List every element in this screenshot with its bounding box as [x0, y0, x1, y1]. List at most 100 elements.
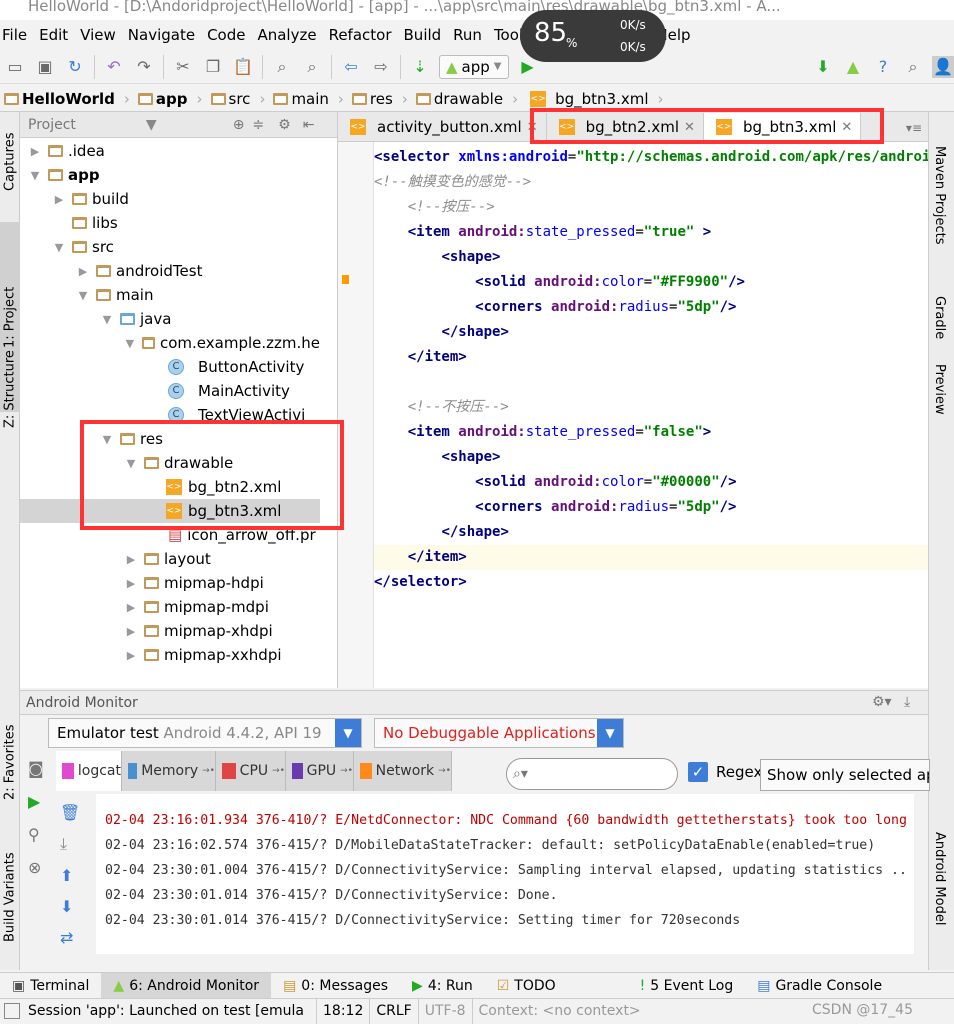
menu-code[interactable]: Code: [205, 22, 245, 48]
app-select[interactable]: No Debuggable Applications ▼: [374, 718, 624, 748]
clear-logcat-icon[interactable]: 🗑: [60, 803, 80, 822]
panel-toggle-icon[interactable]: [4, 1003, 20, 1019]
run-config-select[interactable]: ▲ app ▼: [439, 54, 509, 79]
scroll-to-end-icon[interactable]: ⤓: [60, 834, 80, 854]
terminate-icon[interactable]: ⊗: [28, 858, 44, 877]
editor-tab[interactable]: <> bg_btn2.xml ✕: [547, 113, 704, 141]
back-icon[interactable]: ⇦: [340, 56, 362, 78]
tree-item[interactable]: ▶ layout: [20, 547, 320, 571]
menu-navigate[interactable]: Navigate: [126, 22, 195, 48]
detach-icon[interactable]: →•: [202, 766, 215, 776]
close-icon[interactable]: ✕: [841, 120, 852, 135]
tree-item[interactable]: ▶ mipmap-xhdpi: [20, 619, 320, 643]
hide-panel-icon[interactable]: ⇤: [303, 117, 315, 133]
hide-panel-icon[interactable]: ⤓: [904, 694, 910, 710]
log-search-input[interactable]: ⌕▾: [506, 758, 678, 790]
system-info-icon[interactable]: ⚲: [28, 825, 44, 844]
line-separator[interactable]: CRLF: [369, 998, 417, 1024]
monitor-tab-memory[interactable]: Memory →•: [122, 751, 216, 791]
chevron-down-icon[interactable]: ▼: [335, 719, 361, 747]
tool-tab-android-model[interactable]: Android Model: [932, 832, 947, 925]
tree-item[interactable]: ▼ src: [20, 235, 320, 259]
tree-item[interactable]: libs: [20, 211, 320, 235]
expand-down-icon[interactable]: ▼: [28, 169, 42, 182]
caret-position[interactable]: 18:12: [316, 998, 369, 1024]
menu-refactor[interactable]: Refactor: [327, 22, 392, 48]
sync-icon[interactable]: ↻: [64, 56, 86, 78]
expand-right-icon[interactable]: ▶: [124, 577, 138, 590]
tree-item[interactable]: ▼ java: [20, 307, 320, 331]
menu-build[interactable]: Build: [402, 22, 442, 48]
copy-icon[interactable]: ❐: [202, 56, 224, 78]
expand-right-icon[interactable]: ▶: [124, 649, 138, 662]
editor-tab[interactable]: <> activity_button.xml ✕: [338, 113, 547, 141]
tree-item[interactable]: ▶ mipmap-xxhdpi: [20, 643, 320, 667]
forward-icon[interactable]: ⇨: [370, 56, 392, 78]
avd-manager-icon[interactable]: ▲: [842, 56, 864, 78]
tool-tab-maven-projects[interactable]: Maven Projects: [932, 146, 947, 245]
breadcrumb-item[interactable]: <> bg_btn3.xml: [526, 90, 663, 108]
tree-item[interactable]: ▶ androidTest: [20, 259, 320, 283]
breadcrumb-item[interactable]: res: [351, 90, 408, 108]
breadcrumb-item[interactable]: src: [210, 90, 266, 108]
monitor-tab-gpu[interactable]: GPU →•: [286, 751, 354, 791]
logcat-output[interactable]: 02-04 23:16:01.934 376-410/? E/NetdConne…: [96, 794, 914, 954]
menu-run[interactable]: Run: [451, 22, 482, 48]
gear-icon[interactable]: ⚙: [278, 117, 291, 133]
help-icon[interactable]: ?: [872, 56, 894, 78]
up-arrow-icon[interactable]: ⬆: [60, 866, 80, 885]
tree-item[interactable]: C MainActivity: [20, 379, 320, 403]
find-icon[interactable]: ⌕: [271, 56, 293, 78]
user-icon[interactable]: 👤: [932, 55, 954, 78]
monitor-tab-cpu[interactable]: CPU →•: [216, 751, 286, 791]
expand-right-icon[interactable]: ▶: [124, 601, 138, 614]
expand-right-icon[interactable]: ▶: [124, 625, 138, 638]
expand-right-icon[interactable]: ▶: [124, 553, 138, 566]
expand-right-icon[interactable]: ▶: [52, 193, 66, 206]
breadcrumb-item[interactable]: drawable: [415, 90, 518, 108]
down-arrow-icon[interactable]: ⬇: [60, 897, 80, 916]
detach-icon[interactable]: →•: [438, 766, 451, 776]
expand-down-icon[interactable]: ▼: [100, 433, 114, 446]
breadcrumb-item[interactable]: HelloWorld: [4, 90, 130, 108]
close-icon[interactable]: ✕: [527, 120, 538, 135]
editor-tab[interactable]: <> bg_btn3.xml ✕: [703, 113, 862, 141]
tree-item[interactable]: ▼ com.example.zzm.he: [20, 331, 320, 355]
expand-down-icon[interactable]: ▼: [124, 457, 138, 470]
expand-down-icon[interactable]: ▼: [100, 313, 114, 326]
tool-tab-preview[interactable]: Preview: [932, 364, 947, 415]
tree-item[interactable]: ▼ main: [20, 283, 320, 307]
expand-down-icon[interactable]: ▼: [76, 289, 90, 302]
close-icon[interactable]: ✕: [684, 120, 695, 135]
screen-record-icon[interactable]: ▶: [28, 792, 44, 811]
tree-item[interactable]: <> bg_btn3.xml: [20, 499, 320, 523]
device-select[interactable]: Emulator test Android 4.4.2, API 19 ▼: [48, 718, 362, 748]
tab-list-icon[interactable]: ▾≡: [906, 121, 922, 135]
tree-item[interactable]: ▼ drawable: [20, 451, 320, 475]
save-icon[interactable]: ▣: [34, 56, 56, 78]
tree-item[interactable]: ▶ mipmap-mdpi: [20, 595, 320, 619]
tree-item[interactable]: ▶ .idea: [20, 139, 320, 163]
detach-icon[interactable]: →•: [272, 766, 285, 776]
regex-checkbox[interactable]: ✓ Regex: [688, 762, 762, 782]
open-folder-icon[interactable]: ▭: [4, 56, 26, 78]
gear-icon[interactable]: ⚙▾: [872, 694, 892, 710]
menu-analyze[interactable]: Analyze: [255, 22, 316, 48]
expand-right-icon[interactable]: ▶: [28, 145, 42, 158]
search-icon[interactable]: ⌕: [902, 56, 924, 78]
collapse-all-icon[interactable]: ≑: [252, 117, 264, 133]
tool-window-gradle-console[interactable]: ▤ Gradle Console: [745, 973, 894, 999]
dropdown-icon[interactable]: ▼: [146, 117, 157, 133]
tool-tab--favorites[interactable]: 2: Favorites: [0, 712, 20, 812]
tool-window-terminal[interactable]: ▣ Terminal: [0, 973, 101, 999]
restart-icon[interactable]: ⇄: [60, 928, 80, 947]
expand-down-icon[interactable]: ▼: [52, 241, 66, 254]
filter-select[interactable]: Show only selected ap: [760, 759, 930, 791]
redo-icon[interactable]: ↷: [133, 56, 155, 78]
tool-window--android-monitor[interactable]: ▲ 6: Android Monitor: [101, 972, 272, 999]
replace-icon[interactable]: ⌕: [301, 56, 323, 78]
tree-item[interactable]: <> bg_btn2.xml: [20, 475, 320, 499]
cut-icon[interactable]: ✂: [172, 56, 194, 78]
scroll-from-source-icon[interactable]: ⊕: [233, 117, 245, 133]
detach-icon[interactable]: →•: [340, 766, 353, 776]
